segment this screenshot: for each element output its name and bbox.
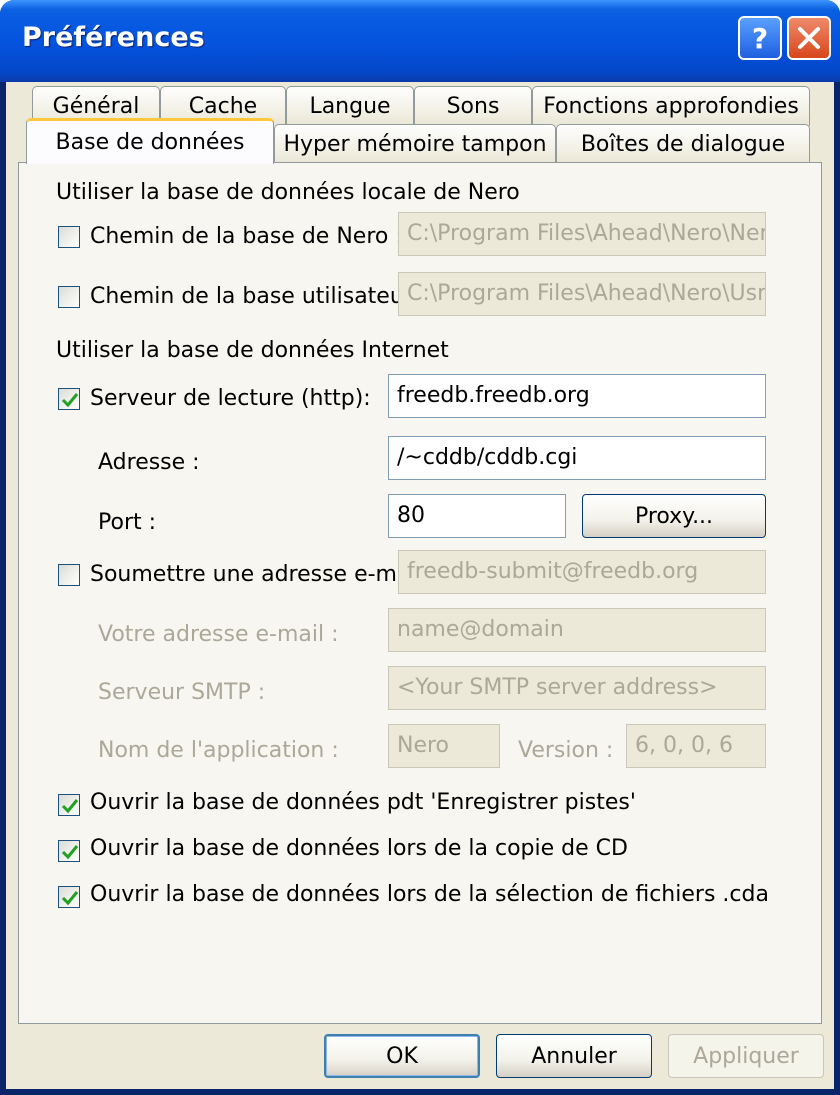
user-path-label: Chemin de la base utilisateur <box>90 284 413 309</box>
submit-email-field[interactable]: freedb-submit@freedb.org <box>398 550 766 594</box>
option-checkbox-1[interactable] <box>58 840 80 862</box>
app-name-field[interactable]: Nero <box>388 724 500 768</box>
submit-email-label: Soumettre une adresse e-mai <box>90 562 417 587</box>
nero-path-checkbox[interactable] <box>58 226 80 248</box>
option-label-1: Ouvrir la base de données lors de la cop… <box>90 836 628 861</box>
user-path-field[interactable]: C:\Program Files\Ahead\Nero\UsrD <box>398 272 766 316</box>
cancel-button[interactable]: Annuler <box>496 1034 652 1078</box>
smtp-server-field[interactable]: <Your SMTP server address> <box>388 666 766 710</box>
tab-langue[interactable]: Langue <box>286 86 414 126</box>
address-input[interactable]: /~cddb/cddb.cgi <box>388 436 766 480</box>
smtp-server-label: Serveur SMTP : <box>98 680 266 705</box>
ok-button-label: OK <box>386 1043 418 1069</box>
read-server-checkbox[interactable] <box>58 388 80 410</box>
tab-label: Sons <box>446 94 500 119</box>
preferences-dialog: Préférences ? Général Cache Langue Sons … <box>0 0 840 1095</box>
tab-label: Fonctions approfondies <box>543 94 799 119</box>
tab-boites-de-dialogue[interactable]: Boîtes de dialogue <box>556 124 810 164</box>
internet-db-group-label: Utiliser la base de données Internet <box>56 338 449 363</box>
tab-fonctions-approfondies[interactable]: Fonctions approfondies <box>532 86 810 126</box>
dialog-body: Général Cache Langue Sons Fonctions appr… <box>6 82 834 1089</box>
port-label: Port : <box>98 510 157 535</box>
tab-label: Cache <box>188 94 258 119</box>
user-path-checkbox[interactable] <box>58 286 80 308</box>
check-icon <box>61 891 79 906</box>
check-icon <box>61 799 79 814</box>
tab-label: Boîtes de dialogue <box>580 132 786 157</box>
tab-label: Général <box>52 94 140 119</box>
address-label: Adresse : <box>98 450 200 475</box>
tab-base-de-donnees[interactable]: Base de données <box>26 118 274 164</box>
your-email-field[interactable]: name@domain <box>388 608 766 652</box>
local-db-group-label: Utiliser la base de données locale de Ne… <box>56 180 520 205</box>
close-icon <box>798 27 820 49</box>
tab-sons[interactable]: Sons <box>414 86 532 126</box>
option-label-2: Ouvrir la base de données lors de la sél… <box>90 882 769 907</box>
submit-email-checkbox[interactable] <box>58 564 80 586</box>
tab-label: Hyper mémoire tampon <box>283 132 547 157</box>
read-server-label: Serveur de lecture (http): <box>90 386 371 411</box>
proxy-button-label: Proxy... <box>634 503 714 529</box>
app-name-label: Nom de l'application : <box>98 738 339 763</box>
nero-path-label: Chemin de la base de Nero : <box>90 224 403 249</box>
option-checkbox-0[interactable] <box>58 794 80 816</box>
window-title: Préférences <box>22 22 205 53</box>
apply-button[interactable]: Appliquer <box>668 1034 824 1078</box>
proxy-button[interactable]: Proxy... <box>582 494 766 538</box>
check-icon <box>61 393 79 408</box>
close-button[interactable] <box>787 16 831 60</box>
cancel-button-label: Annuler <box>531 1043 617 1069</box>
ok-button[interactable]: OK <box>324 1034 480 1078</box>
tab-label: Langue <box>309 94 391 119</box>
nero-path-field[interactable]: C:\Program Files\Ahead\Nero\Nero <box>398 212 766 256</box>
port-input[interactable]: 80 <box>388 494 566 538</box>
tab-hyper-memoire-tampon[interactable]: Hyper mémoire tampon <box>274 124 556 164</box>
help-icon: ? <box>751 21 769 55</box>
option-checkbox-2[interactable] <box>58 886 80 908</box>
check-icon <box>61 845 79 860</box>
option-label-0: Ouvrir la base de données pdt 'Enregistr… <box>90 790 636 815</box>
your-email-label: Votre adresse e-mail : <box>98 622 339 647</box>
title-bar[interactable]: Préférences ? <box>0 0 840 82</box>
help-button[interactable]: ? <box>738 16 782 60</box>
version-field[interactable]: 6, 0, 0, 6 <box>626 724 766 768</box>
tab-label: Base de données <box>55 130 245 155</box>
apply-button-label: Appliquer <box>693 1043 799 1069</box>
version-label: Version : <box>518 738 614 763</box>
read-server-input[interactable]: freedb.freedb.org <box>388 374 766 418</box>
